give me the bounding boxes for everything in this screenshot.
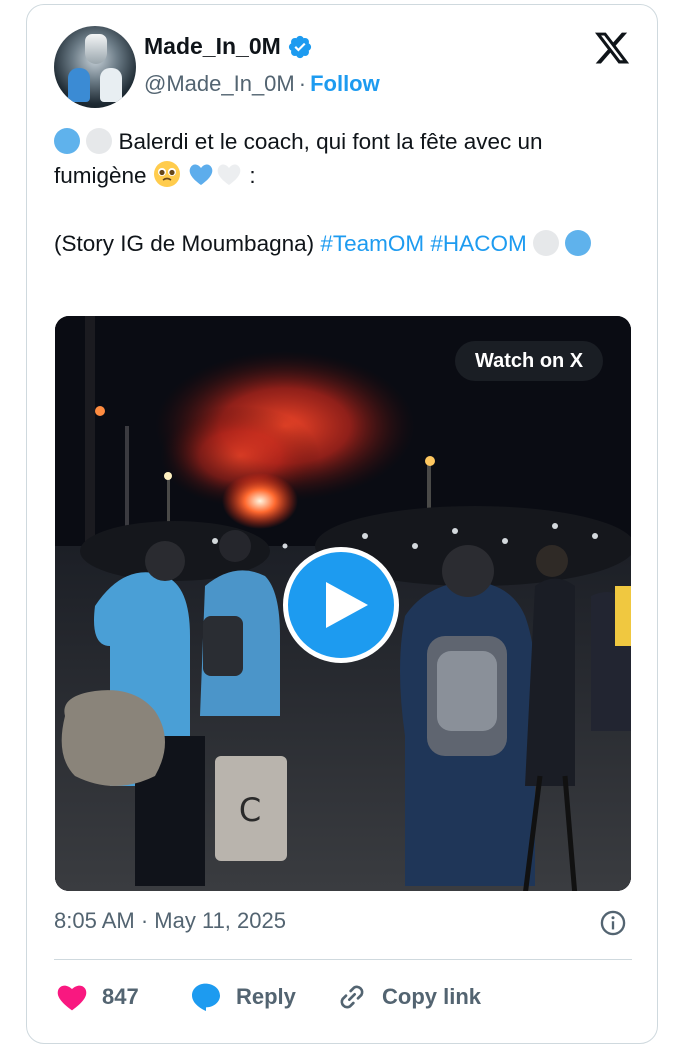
info-icon[interactable] [599, 909, 627, 937]
separator: · [298, 71, 307, 96]
link-icon [340, 985, 364, 1009]
tweet-line-2: (Story IG de Moumbagna) #TeamOM #HACOM [54, 227, 634, 261]
divider [54, 959, 632, 960]
avatar-figure [68, 68, 90, 102]
video-media[interactable]: C Watch on X [55, 316, 631, 891]
handle-row: @Made_In_0M · Follow [144, 71, 380, 97]
blue-circle-emoji-icon [54, 128, 80, 154]
trophy-image [85, 34, 107, 64]
verified-badge-icon [288, 35, 311, 58]
tweet-date: May 11, 2025 [154, 908, 286, 933]
white-circle-emoji-icon [86, 128, 113, 154]
like-button[interactable]: 847 [56, 975, 139, 1019]
tweet-text: Balerdi et le coach, qui font la fête av… [54, 125, 634, 261]
reply-bubble-icon [192, 983, 220, 1011]
display-name[interactable]: Made_In_0M [144, 33, 281, 60]
play-button[interactable] [283, 547, 399, 663]
copy-link-button[interactable]: Copy link [336, 975, 481, 1019]
like-count: 847 [102, 984, 139, 1009]
heart-icon [57, 985, 87, 1011]
action-bar: 847 Reply Copy link [54, 975, 632, 1019]
hashtag-link[interactable]: #TeamOM [320, 231, 424, 256]
avatar-figure [100, 68, 122, 102]
tweet-time: 8:05 AM [54, 908, 135, 933]
svg-text:C: C [239, 791, 261, 829]
separator: · [140, 908, 149, 933]
user-handle[interactable]: @Made_In_0M [144, 71, 295, 96]
follow-button[interactable]: Follow [310, 71, 380, 96]
reply-label: Reply [236, 984, 296, 1009]
white-circle-emoji-icon [532, 230, 559, 256]
hashtag-link[interactable]: #HACOM [430, 231, 526, 256]
pleading-face-emoji-icon [153, 161, 180, 187]
blue-heart-emoji-icon [189, 164, 213, 185]
copy-link-label: Copy link [382, 984, 482, 1009]
tweet-text-story: (Story IG de Moumbagna) [54, 231, 321, 256]
reply-button[interactable]: Reply [190, 975, 296, 1019]
x-logo-icon[interactable] [593, 29, 631, 67]
tweet-line-1: Balerdi et le coach, qui font la fête av… [54, 125, 634, 193]
author-name-row: Made_In_0M [144, 33, 313, 60]
watch-on-x-button[interactable]: Watch on X [455, 341, 604, 381]
tweet-text-main: Balerdi et le coach, qui font la fête av… [54, 129, 543, 188]
blue-circle-emoji-icon [565, 230, 592, 256]
tweet-text-suffix: : [243, 163, 256, 188]
tweet-timestamp[interactable]: 8:05 AM · May 11, 2025 [54, 908, 286, 934]
white-heart-emoji-icon [217, 164, 241, 185]
avatar[interactable] [54, 26, 136, 108]
play-icon [326, 582, 368, 628]
tweet-card[interactable]: Made_In_0M @Made_In_0M · Follow Balerdi et… [26, 4, 658, 1044]
